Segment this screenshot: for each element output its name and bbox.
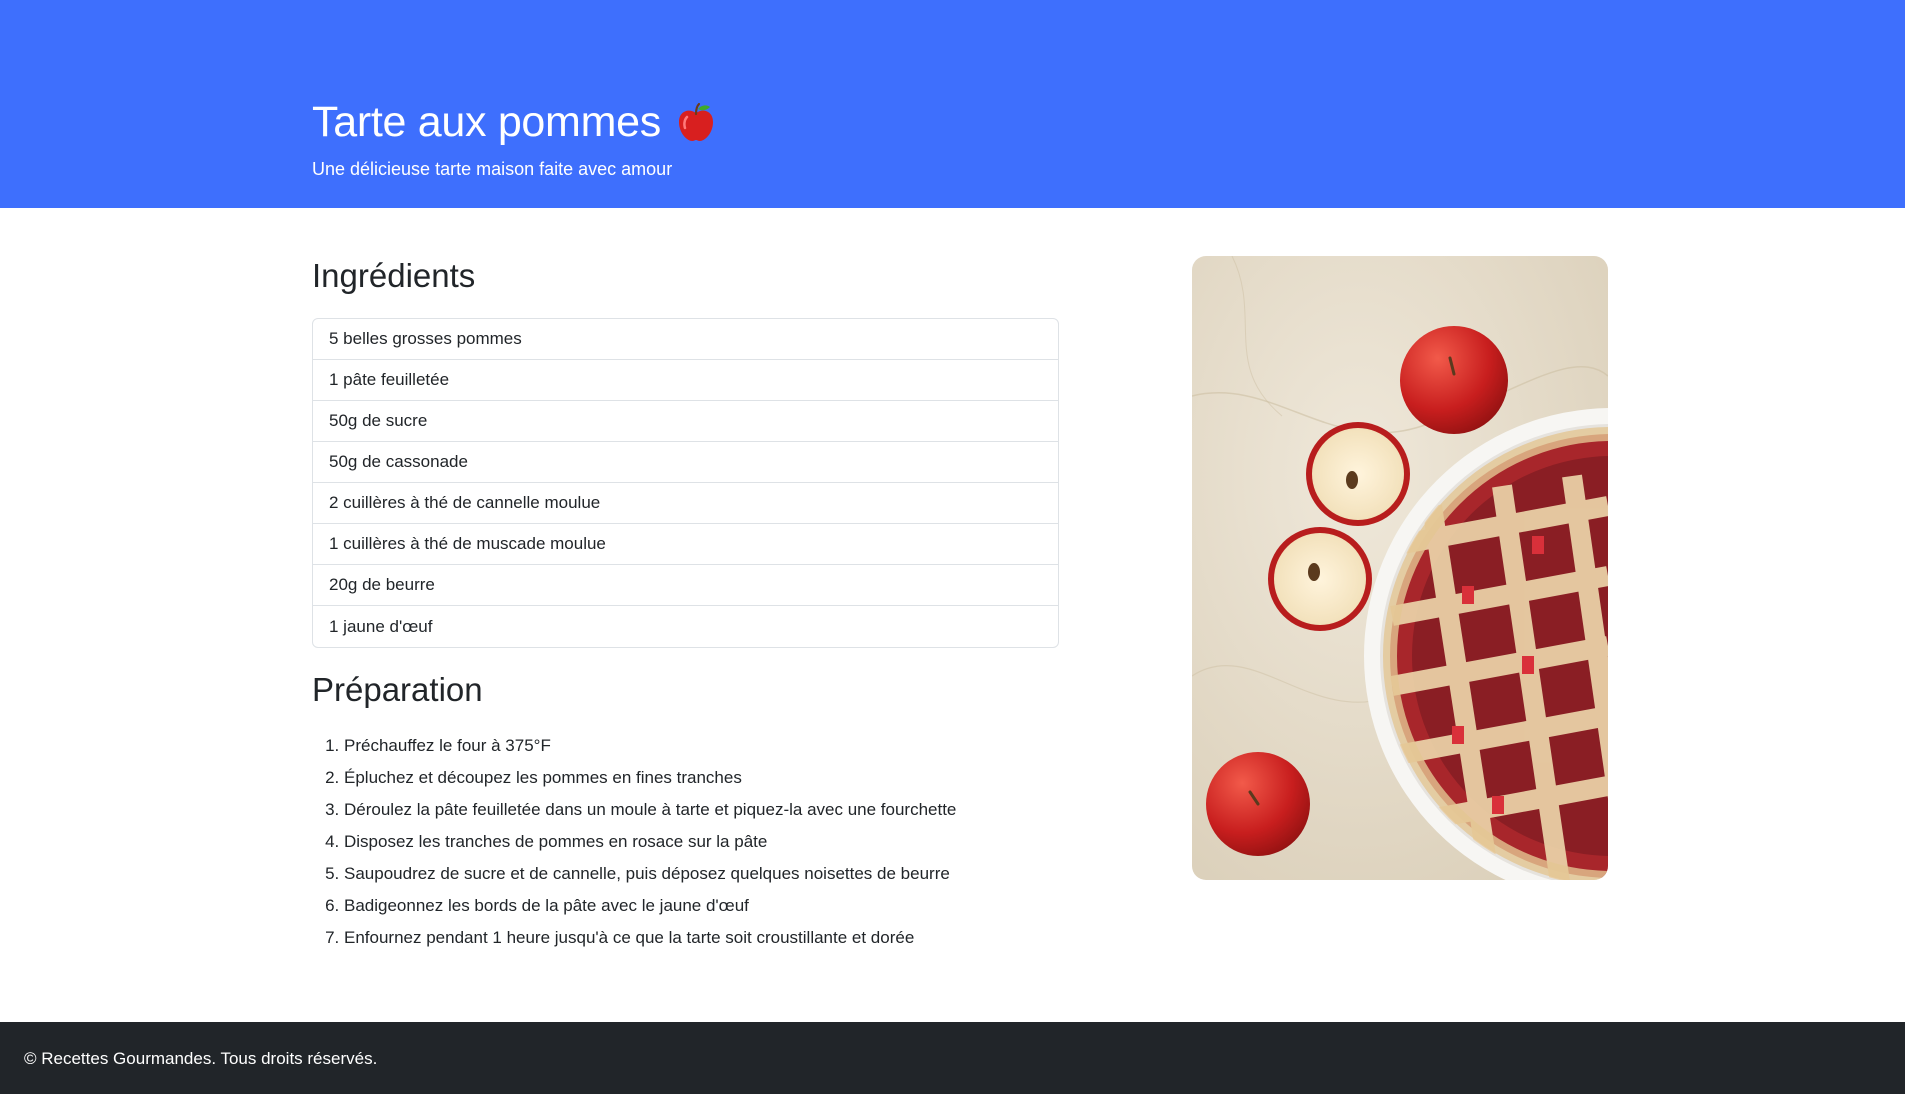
ingredient-item: 5 belles grosses pommes (313, 319, 1058, 360)
ingredient-item: 1 pâte feuilletée (313, 360, 1058, 401)
ingredients-list: 5 belles grosses pommes 1 pâte feuilleté… (312, 318, 1059, 648)
preparation-step: Préchauffez le four à 375°F (344, 730, 1059, 762)
apple-icon (678, 102, 713, 141)
preparation-step: Enfournez pendant 1 heure jusqu'à ce que… (344, 922, 1059, 954)
header-content: Tarte aux pommes Une délicieuse tarte ma… (312, 98, 717, 180)
preparation-steps-list: Préchauffez le four à 375°F Épluchez et … (312, 730, 1059, 954)
page-subtitle: Une délicieuse tarte maison faite avec a… (312, 159, 673, 179)
footer-copyright: © Recettes Gourmandes. Tous droits réser… (24, 1049, 378, 1068)
ingredient-item: 2 cuillères à thé de cannelle moulue (313, 483, 1058, 524)
preparation-step: Déroulez la pâte feuilletée dans un moul… (344, 794, 1059, 826)
preparation-title: Préparation (312, 671, 483, 708)
ingredient-item: 50g de sucre (313, 401, 1058, 442)
preparation-step: Saupoudrez de sucre et de cannelle, puis… (344, 858, 1059, 890)
apple-pie-photo (1192, 256, 1608, 880)
page-title-row: Tarte aux pommes (312, 98, 717, 146)
page-footer: © Recettes Gourmandes. Tous droits réser… (0, 1022, 1905, 1094)
preparation-step: Badigeonnez les bords de la pâte avec le… (344, 890, 1059, 922)
ingredient-item: 50g de cassonade (313, 442, 1058, 483)
ingredient-item: 1 cuillères à thé de muscade moulue (313, 524, 1058, 565)
preparation-step: Épluchez et découpez les pommes en fines… (344, 762, 1059, 794)
ingredient-item: 20g de beurre (313, 565, 1058, 606)
page-header: Tarte aux pommes Une délicieuse tarte ma… (0, 0, 1905, 208)
preparation-step: Disposez les tranches de pommes en rosac… (344, 826, 1059, 858)
recipe-text-column: Ingrédients 5 belles grosses pommes 1 pâ… (312, 256, 1059, 954)
page-title: Tarte aux pommes (312, 98, 661, 146)
ingredient-item: 1 jaune d'œuf (329, 616, 433, 636)
ingredients-title: Ingrédients (312, 257, 476, 294)
